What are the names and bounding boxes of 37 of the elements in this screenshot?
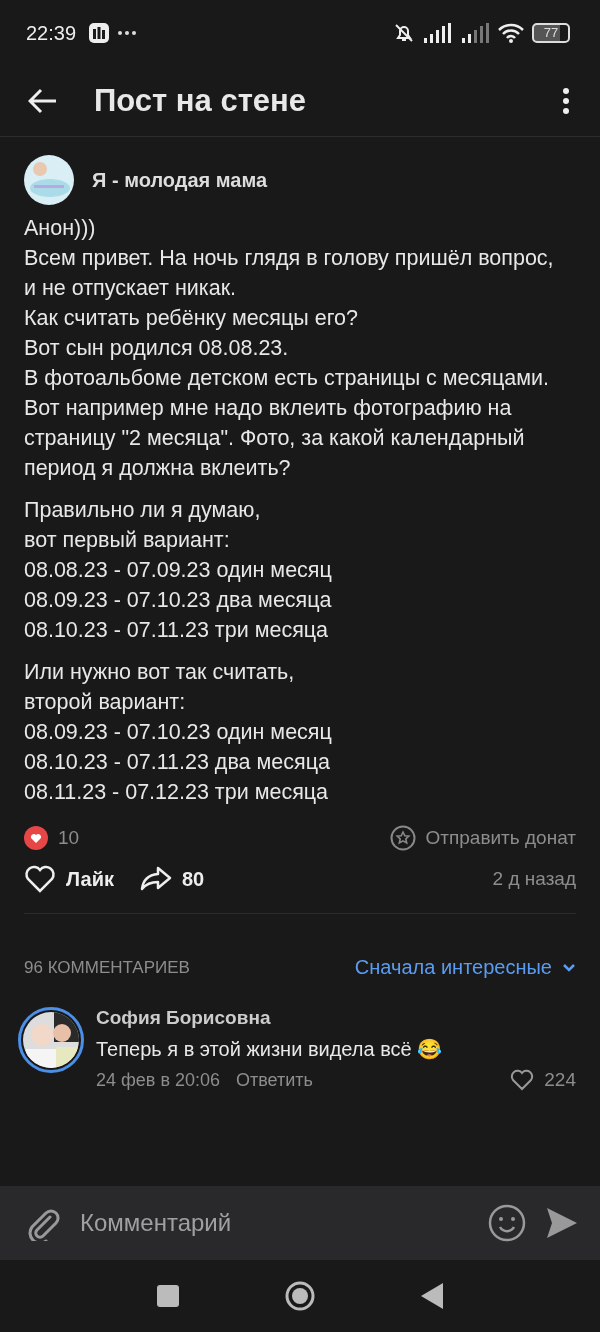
- status-time: 22:39: [26, 21, 77, 45]
- more-options-icon[interactable]: [562, 88, 570, 114]
- donate-button[interactable]: Отправить донат: [389, 825, 576, 851]
- app-notification-icon: [88, 22, 111, 44]
- more-notifications-icon: [118, 31, 137, 35]
- post-text: Анон))) Всем привет. На ночь глядя в голову пришёл вопрос, и не отпускает никак. Как считать ребёнку месяцы его? Вот сын родился 08.08.23. В фотоальбоме детском есть страницы с месяцами. Вот например мне надо вклеить фотографию на страницу "2 месяца". Фото, за какой календарный период я должна вклеить?: [24, 215, 555, 482]
- post-text: Или нужно вот так считать, второй вариант: 08.09.23 - 07.10.23 один месяц 08.10.23 - 07.11.23 два месяца 08.11.23 - 07.12.23 три месяца: [24, 659, 333, 806]
- post-text: Правильно ли я думаю, вот первый вариант: 08.08.23 - 07.09.23 один месяц 08.09.23 - 07.10.23 два месяца 08.10.23 - 07.11.23 три месяца: [24, 497, 333, 644]
- commenter-name[interactable]: София Борисовна: [96, 1007, 576, 1029]
- comment-like-button[interactable]: 224: [510, 1069, 576, 1091]
- share-arrow-icon: [139, 865, 172, 893]
- star-coin-icon: [389, 825, 416, 851]
- signal-icon: [424, 23, 452, 43]
- chevron-down-icon: [562, 962, 576, 973]
- emoji-icon[interactable]: [488, 1204, 526, 1242]
- battery-indicator: 77: [532, 23, 570, 43]
- heart-icon: [510, 1069, 535, 1091]
- page-title: Пост на стене: [94, 83, 307, 119]
- share-button[interactable]: 80: [139, 865, 205, 893]
- comments-count: 96 КОММЕНТАРИЕВ: [24, 957, 190, 978]
- home-icon[interactable]: [285, 1281, 315, 1311]
- comment-input[interactable]: Комментарий: [80, 1209, 468, 1237]
- reaction-count: 10: [58, 827, 80, 849]
- back-arrow-icon[interactable]: [28, 88, 58, 114]
- sort-dropdown[interactable]: Сначала интересные: [354, 956, 576, 979]
- heart-reaction-icon: [24, 826, 48, 850]
- back-icon[interactable]: [421, 1283, 443, 1309]
- author-name[interactable]: Я - молодая мама: [92, 168, 268, 192]
- heart-icon: [24, 865, 56, 893]
- reply-link[interactable]: Ответить: [236, 1069, 313, 1091]
- like-button[interactable]: Лайк: [24, 865, 114, 893]
- signal-icon: [462, 23, 490, 43]
- comment-text: Теперь я в этой жизни видела всё 😂: [96, 1037, 444, 1061]
- post-time: 2 д назад: [492, 868, 576, 890]
- comment-date: 24 фев в 20:06: [96, 1069, 220, 1091]
- send-icon[interactable]: [546, 1207, 578, 1239]
- wifi-icon: [498, 23, 524, 43]
